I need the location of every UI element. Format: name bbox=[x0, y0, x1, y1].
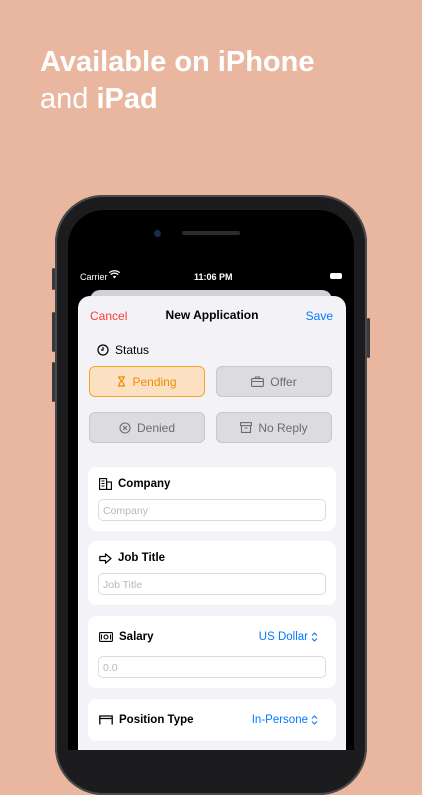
status-offer-button[interactable]: Offer bbox=[216, 366, 332, 397]
status-section-label: Status bbox=[97, 343, 149, 357]
headline-line-2: and iPad bbox=[40, 81, 314, 118]
headline-line-2-bold: iPad bbox=[96, 83, 158, 115]
chevron-up-down-icon bbox=[311, 715, 318, 725]
status-bar: Carrier 11:06 PM bbox=[80, 270, 344, 284]
chevron-up-down-icon bbox=[311, 632, 318, 642]
battery-icon bbox=[330, 273, 342, 279]
status-no-reply-label: No Reply bbox=[258, 420, 308, 435]
status-denied-button[interactable]: Denied bbox=[89, 412, 205, 443]
status-denied-label: Denied bbox=[136, 420, 176, 435]
salary-label: Salary bbox=[99, 631, 154, 643]
position-type-value: In-Persone bbox=[251, 714, 308, 726]
headline-line-1: Available on iPhone bbox=[40, 46, 315, 78]
status-no-reply-button[interactable]: No Reply bbox=[216, 412, 332, 443]
job-title-card: Job Title Job Title bbox=[88, 541, 336, 605]
company-input[interactable]: Company bbox=[98, 499, 326, 521]
salary-card: Salary US Dollar 0.0 bbox=[88, 616, 336, 688]
building-icon bbox=[99, 478, 112, 490]
headline: Available on iPhone and iPad bbox=[40, 44, 314, 118]
salary-input[interactable]: 0.0 bbox=[98, 656, 326, 678]
position-type-label-text: Position Type bbox=[119, 714, 194, 726]
table-icon bbox=[99, 715, 113, 725]
archive-box-icon bbox=[240, 422, 253, 433]
hourglass-icon bbox=[117, 376, 126, 387]
banknote-icon bbox=[99, 632, 113, 642]
salary-label-text: Salary bbox=[119, 631, 154, 643]
position-type-label: Position Type bbox=[99, 714, 194, 726]
position-type-card: Position Type In-Persone bbox=[88, 699, 336, 741]
clock-icon bbox=[97, 344, 109, 356]
x-circle-icon bbox=[119, 421, 131, 434]
currency-value: US Dollar bbox=[258, 631, 308, 643]
status-pending-button[interactable]: Pending bbox=[89, 366, 205, 397]
carrier-label: Carrier bbox=[80, 272, 108, 282]
volume-up-button bbox=[52, 312, 55, 352]
wifi-icon bbox=[108, 270, 121, 282]
job-title-label: Job Title bbox=[99, 552, 165, 564]
status-label-text: Status bbox=[115, 343, 150, 357]
status-offer-label: Offer bbox=[270, 374, 297, 389]
status-time: 11:06 PM bbox=[194, 272, 233, 282]
arrow-right-icon bbox=[99, 552, 112, 564]
save-button[interactable]: Save bbox=[306, 309, 333, 323]
silent-switch bbox=[52, 268, 55, 290]
job-title-label-text: Job Title bbox=[118, 552, 166, 564]
status-pending-label: Pending bbox=[132, 374, 177, 389]
volume-down-button bbox=[52, 362, 55, 402]
earpiece-speaker bbox=[182, 231, 240, 235]
company-label: Company bbox=[99, 478, 170, 490]
nav-bar: Cancel New Application Save bbox=[78, 296, 346, 332]
company-card: Company Company bbox=[88, 467, 336, 531]
briefcase-icon bbox=[251, 376, 265, 387]
job-title-input[interactable]: Job Title bbox=[98, 573, 326, 595]
power-button bbox=[367, 318, 370, 358]
new-application-sheet: Cancel New Application Save Status Pendi… bbox=[78, 296, 346, 750]
headline-line-2-light: and bbox=[40, 83, 97, 115]
company-label-text: Company bbox=[118, 478, 171, 490]
currency-picker[interactable]: US Dollar bbox=[259, 631, 318, 643]
position-type-picker[interactable]: In-Persone bbox=[252, 714, 318, 726]
front-camera bbox=[154, 230, 161, 237]
